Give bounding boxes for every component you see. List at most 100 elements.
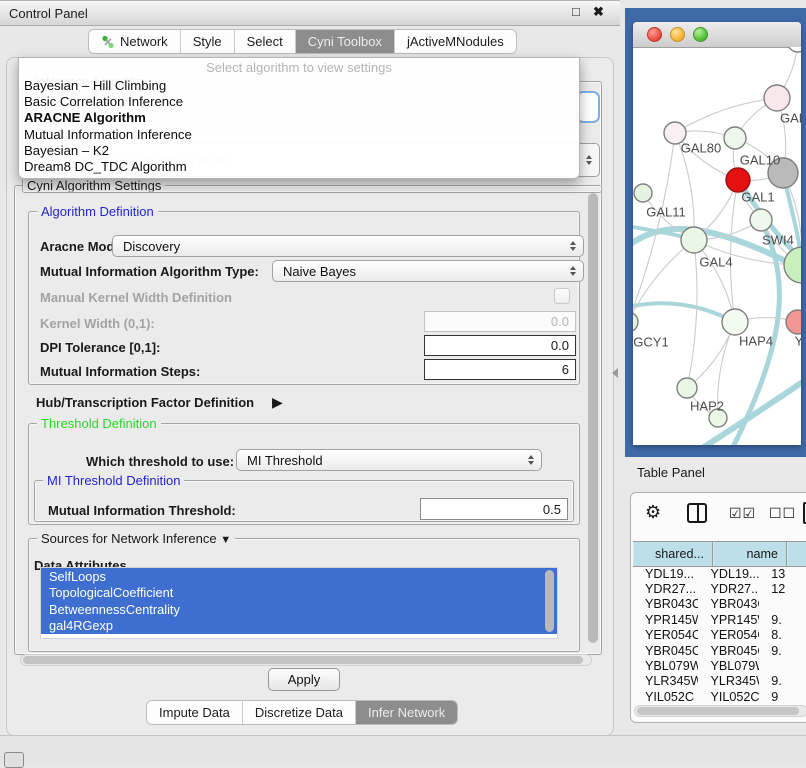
which-threshold-combobox[interactable]: MI Threshold (236, 449, 542, 471)
network-node-label: HAP4 (739, 334, 773, 349)
dropdown-item-aracne-algorithm[interactable]: ARACNE Algorithm (19, 110, 579, 126)
attribute-item-topologicalcoefficient[interactable]: TopologicalCoefficient (41, 585, 557, 602)
column-header-shared[interactable]: shared... (633, 542, 713, 566)
table-cell: 9. (759, 674, 806, 688)
network-node[interactable] (764, 85, 790, 111)
deselect-checkboxes-icon[interactable]: ☐☐ (769, 505, 796, 522)
table-row[interactable]: YPR145WYPR145W9. (633, 612, 806, 627)
network-canvas[interactable]: GALGAL80GAL10GAL1GAL11SWI4GAL4HAP4YGCY1H… (633, 47, 801, 445)
table-row[interactable]: YER054CYER054C8. (633, 628, 806, 643)
table-panel-window: ⚙ ☑☑ ☐☐ shared...nameA YDL19...YDL19...1… (630, 492, 806, 723)
network-node[interactable] (633, 312, 638, 332)
minimize-button[interactable] (670, 27, 685, 42)
apply-button-label: Apply (288, 672, 321, 687)
kernel-width-value: 0.0 (551, 314, 569, 329)
triangle-down-icon[interactable]: ▼ (220, 534, 231, 546)
table-cell: YBR043C (698, 597, 759, 611)
table-cell: YDR27... (633, 582, 698, 596)
settings-horizontal-scrollbar-thumb[interactable] (23, 656, 583, 664)
aracne-mode-combobox[interactable]: Discovery (112, 235, 584, 257)
table-row[interactable]: YIL052CYIL052C9 (633, 689, 806, 704)
close-button[interactable] (647, 27, 662, 42)
network-node[interactable] (726, 168, 750, 192)
float-icon[interactable]: □ (572, 4, 580, 19)
network-node[interactable] (677, 378, 697, 398)
network-edge[interactable] (730, 180, 738, 322)
tab-jactivemnodules[interactable]: jActiveMNodules (395, 30, 516, 53)
combo-spinner-icon (570, 266, 576, 276)
network-desktop: GALGAL80GAL10GAL1GAL11SWI4GAL4HAP4YGCY1H… (625, 8, 806, 457)
network-node[interactable] (750, 209, 772, 231)
network-node[interactable] (724, 127, 746, 149)
mi-algorithm-type-combobox[interactable]: Naive Bayes (272, 260, 584, 282)
table-horizontal-scrollbar[interactable] (634, 705, 806, 717)
dropdown-item-basic-correlation-inference[interactable]: Basic Correlation Inference (19, 93, 579, 109)
network-edge[interactable] (675, 98, 777, 133)
close-icon[interactable]: ✖ (593, 4, 604, 20)
apply-button[interactable]: Apply (268, 668, 340, 691)
network-node[interactable] (786, 310, 801, 334)
attribute-item-selfloops[interactable]: SelfLoops (41, 568, 557, 585)
network-node[interactable] (681, 227, 707, 253)
table-cell: YDL19... (698, 567, 759, 581)
table-row[interactable]: YBR045CYBR045C9. (633, 643, 806, 658)
network-edge-highlighted[interactable] (633, 303, 734, 322)
dropdown-item-bayesian-k2[interactable]: Bayesian – K2 (19, 142, 579, 158)
tab-discretize-data[interactable]: Discretize Data (243, 701, 356, 724)
network-node[interactable] (787, 47, 801, 52)
table-row[interactable]: YBL079WYBL079W (633, 658, 806, 673)
zoom-button[interactable] (693, 27, 708, 42)
table-row[interactable]: YBR043CYBR043C (633, 597, 806, 612)
settings-horizontal-scrollbar[interactable] (20, 654, 592, 666)
network-node[interactable] (784, 247, 801, 283)
tab-cyni-toolbox[interactable]: Cyni Toolbox (296, 30, 395, 53)
network-node-label: HAP2 (690, 399, 724, 414)
attribute-item-gal4rgexp[interactable]: gal4RGexp (41, 618, 557, 635)
table-horizontal-scrollbar-thumb[interactable] (637, 707, 799, 715)
table-header-row: shared...nameA (633, 541, 806, 567)
tab-label: Select (247, 34, 283, 49)
column-header-a[interactable]: A (787, 542, 806, 566)
table-cell: 12 (759, 582, 806, 596)
kernel-width-field[interactable]: 0.0 (424, 311, 576, 332)
network-node-label: GAL11 (646, 205, 686, 220)
tab-select[interactable]: Select (235, 30, 296, 53)
algorithm-dropdown-items: Bayesian – Hill ClimbingBasic Correlatio… (19, 77, 579, 175)
split-columns-icon[interactable] (687, 503, 707, 523)
tab-label: Cyni Toolbox (308, 34, 382, 49)
tab-impute-data[interactable]: Impute Data (147, 701, 243, 724)
dpi-tolerance-field[interactable]: 0.0 (424, 335, 576, 356)
dropdown-item-bayesian-hill-climbing[interactable]: Bayesian – Hill Climbing (19, 77, 579, 93)
column-header-name[interactable]: name (713, 542, 787, 566)
dropdown-item-dream8-dc-tdc-algorithm[interactable]: Dream8 DC_TDC Algorithm (19, 158, 579, 174)
manual-kernel-checkbox[interactable] (554, 288, 570, 304)
status-bar (0, 735, 806, 763)
mi-steps-field[interactable]: 6 (424, 359, 576, 380)
corner-mini-button[interactable] (4, 752, 24, 768)
attributes-vertical-scrollbar[interactable] (545, 570, 554, 632)
mi-threshold-field[interactable]: 0.5 (420, 498, 568, 520)
table-row[interactable]: YDR27...YDR27...12 (633, 581, 806, 596)
tab-network[interactable]: Network (89, 30, 181, 53)
mi-threshold-value: 0.5 (543, 502, 561, 517)
table-row[interactable]: YLR345WYLR345W9. (633, 674, 806, 689)
chevron-right-icon[interactable]: ▶ (272, 394, 283, 411)
table-row[interactable]: YDL19...YDL19...13 (633, 566, 806, 581)
gear-icon[interactable]: ⚙ (645, 502, 661, 523)
table-cell: 9 (759, 690, 806, 704)
combo-spinner-icon (570, 241, 576, 251)
settings-vertical-scrollbar[interactable] (588, 193, 598, 643)
control-panel-window: Control Panel □ ✖ NetworkStyleSelectCyni… (0, 0, 620, 728)
screenshot-root: { "icons": {"float": "□", "close": "✖", … (0, 0, 806, 762)
tab-style[interactable]: Style (181, 30, 235, 53)
tab-infer-network[interactable]: Infer Network (356, 701, 457, 724)
panel-splitter-handle[interactable] (612, 368, 618, 378)
table-cell: YLR345W (698, 674, 759, 688)
network-edge[interactable] (687, 240, 697, 388)
attribute-item-betweennesscentrality[interactable]: BetweennessCentrality (41, 601, 557, 618)
network-node[interactable] (722, 309, 748, 335)
hub-definition-label[interactable]: Hub/Transcription Factor Definition (36, 395, 254, 410)
select-all-checkboxes-icon[interactable]: ☑☑ (729, 505, 756, 522)
network-node[interactable] (634, 184, 652, 202)
dropdown-item-mutual-information-inference[interactable]: Mutual Information Inference (19, 126, 579, 142)
